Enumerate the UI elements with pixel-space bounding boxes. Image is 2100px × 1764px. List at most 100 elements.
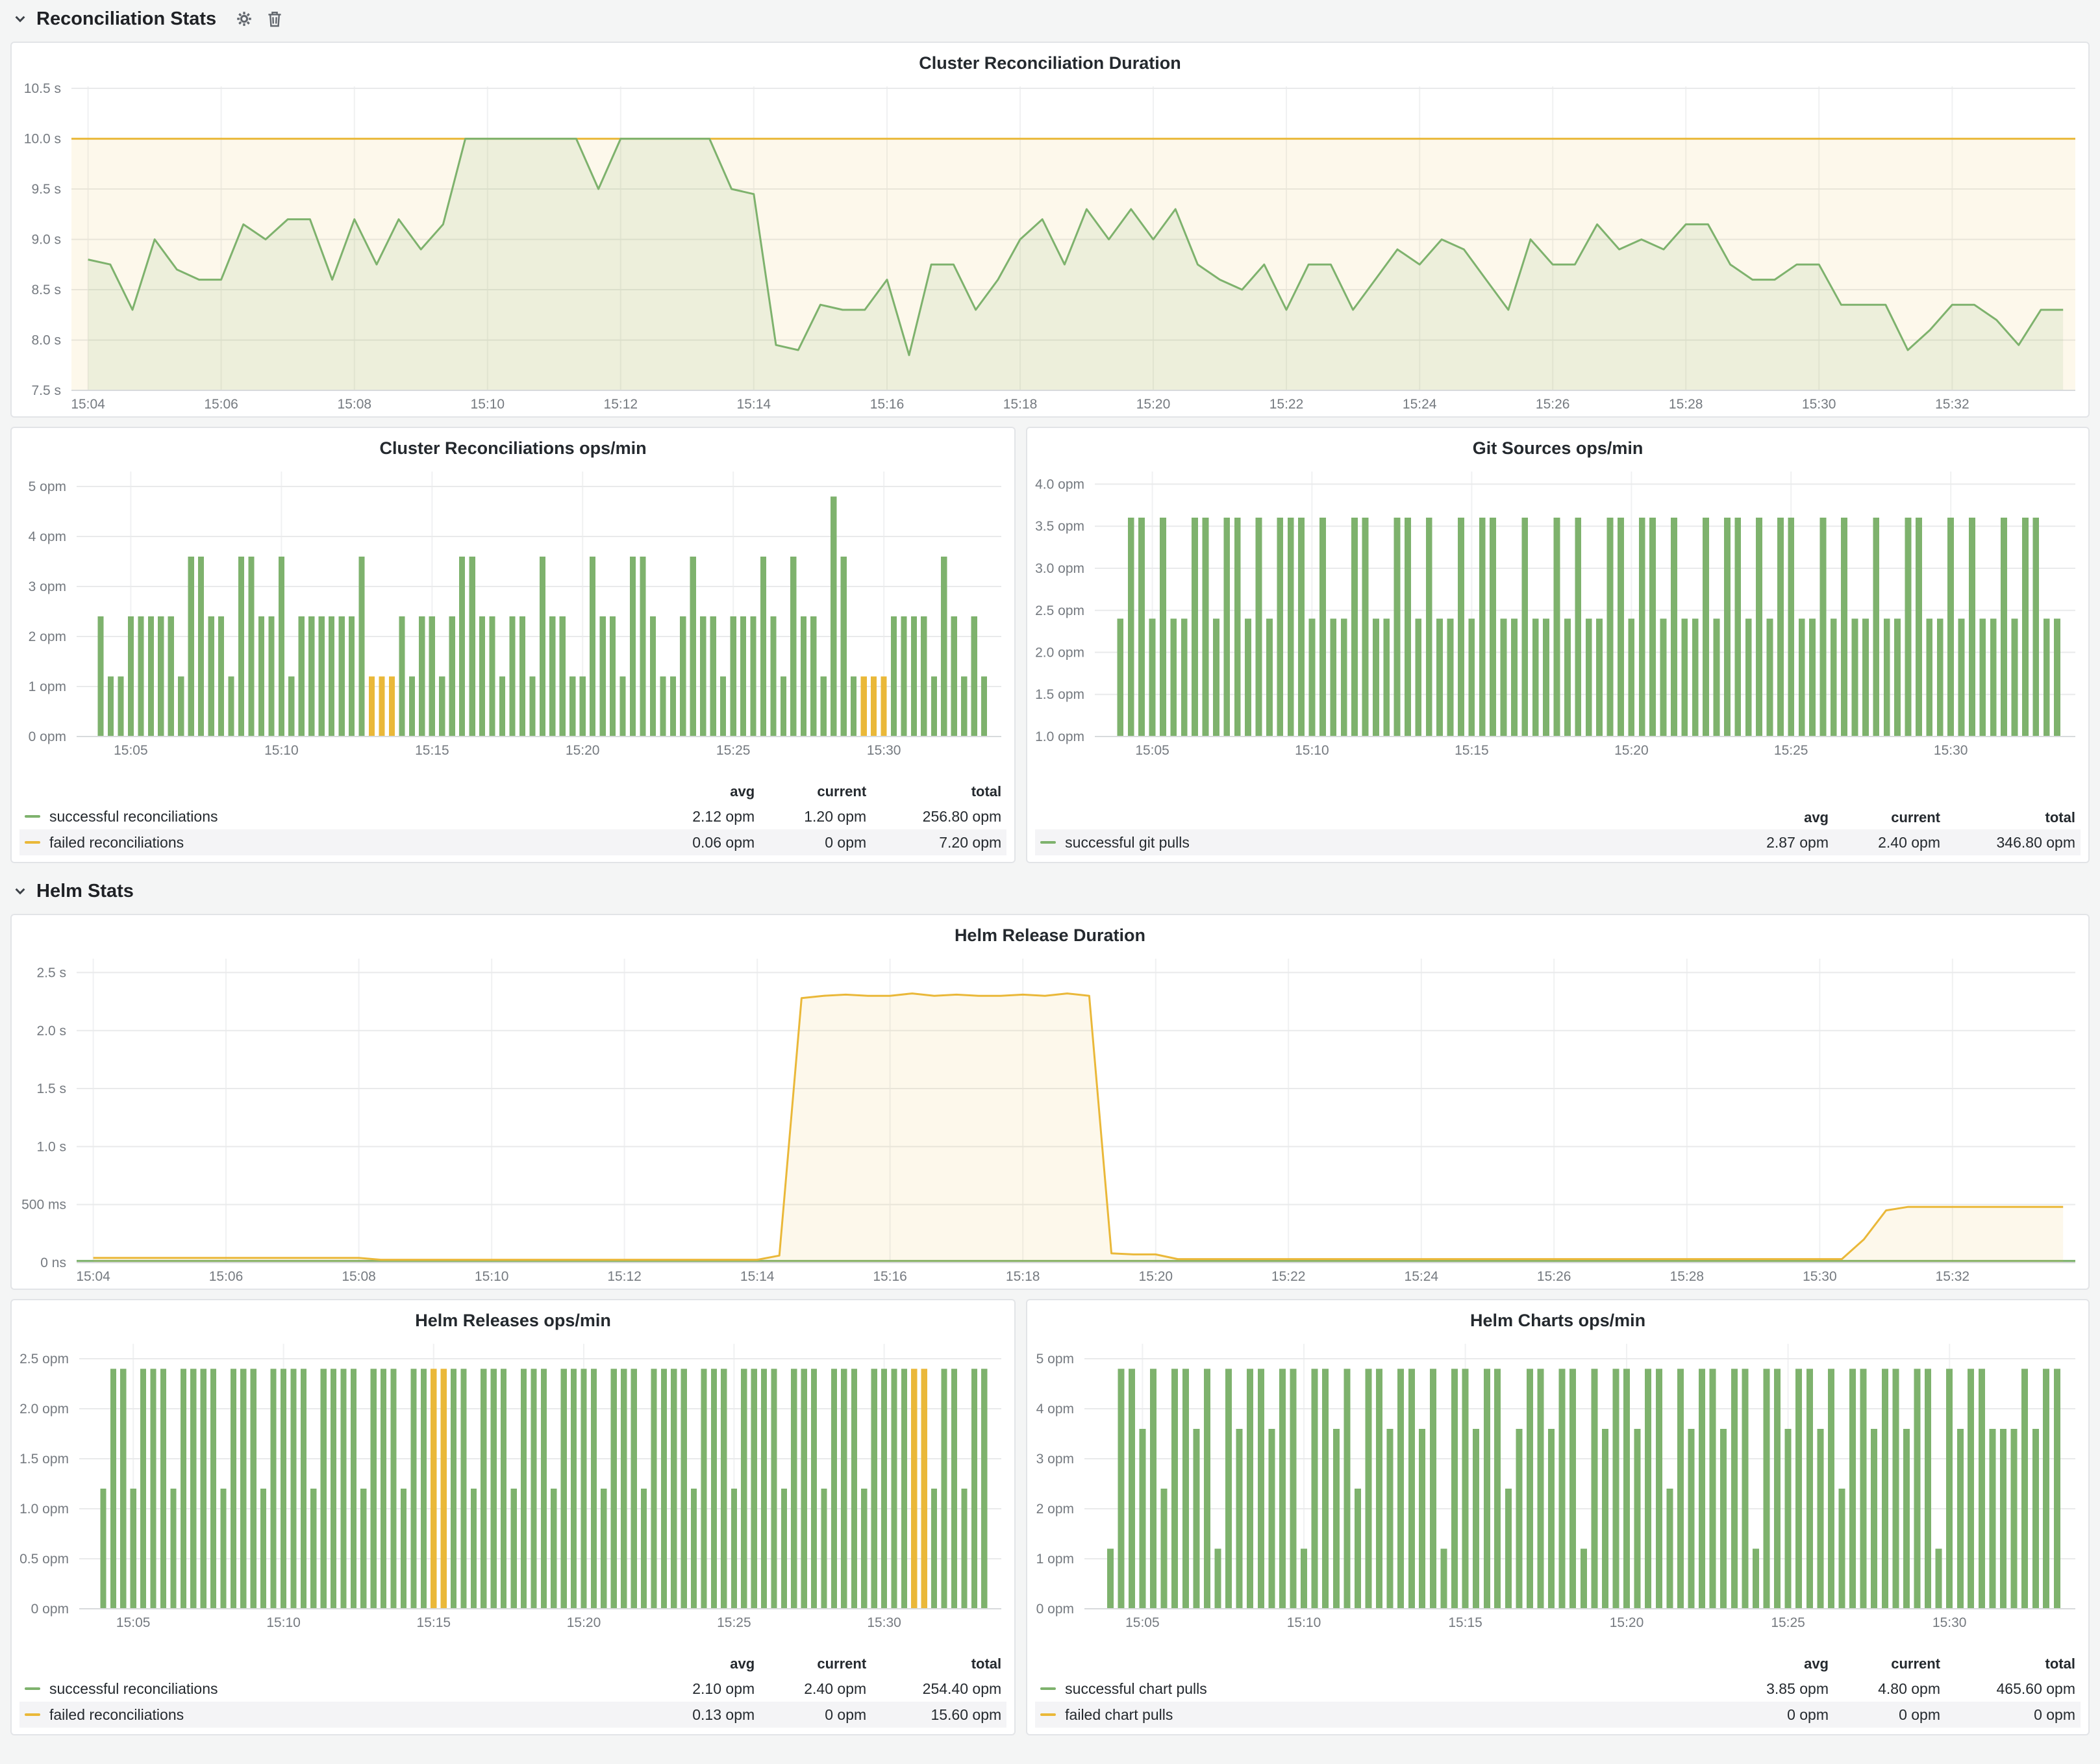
svg-text:1.0 opm: 1.0 opm xyxy=(1035,729,1084,744)
svg-text:15:05: 15:05 xyxy=(116,1615,151,1630)
svg-text:15:25: 15:25 xyxy=(1774,743,1808,758)
series-avg: 0 opm xyxy=(1717,1706,1829,1724)
row-header-helm-stats: Helm Stats xyxy=(10,877,2090,905)
svg-text:2.5 s: 2.5 s xyxy=(36,965,66,980)
series-current: 0 opm xyxy=(755,1706,866,1724)
svg-text:15:32: 15:32 xyxy=(1936,1269,1970,1284)
panel-git-sources-opm: Git Sources ops/min 15:0515:1015:1515:20… xyxy=(1026,427,2090,863)
section-title-reconciliation-stats[interactable]: Reconciliation Stats xyxy=(36,8,216,30)
svg-text:15:20: 15:20 xyxy=(567,1615,601,1630)
legend-header-total[interactable]: total xyxy=(866,1656,1001,1672)
svg-text:15:25: 15:25 xyxy=(716,743,751,758)
series-current: 4.80 opm xyxy=(1829,1680,1940,1698)
series-color-swatch xyxy=(1040,841,1056,844)
series-name: successful reconciliations xyxy=(49,808,218,825)
series-current: 0 opm xyxy=(1829,1706,1940,1724)
svg-text:15:32: 15:32 xyxy=(1935,397,1969,412)
panel-title[interactable]: Helm Release Duration xyxy=(12,915,2088,948)
chevron-down-icon[interactable] xyxy=(13,884,27,898)
legend-header-total[interactable]: total xyxy=(866,783,1001,800)
legend-header-row: avg current total xyxy=(1035,1652,2081,1676)
legend-header-avg[interactable]: avg xyxy=(643,783,755,800)
svg-text:15:18: 15:18 xyxy=(1003,397,1038,412)
svg-text:15:15: 15:15 xyxy=(415,743,449,758)
panel-title[interactable]: Git Sources ops/min xyxy=(1027,428,2088,461)
trash-icon[interactable] xyxy=(267,10,282,27)
legend-series-successful-reconciliations: successful reconciliations 2.10 opm 2.40… xyxy=(19,1676,1006,1702)
legend-header-avg[interactable]: avg xyxy=(1717,809,1829,826)
svg-text:2.5 opm: 2.5 opm xyxy=(1035,603,1084,618)
section-title-helm-stats[interactable]: Helm Stats xyxy=(36,881,134,902)
panel-title[interactable]: Helm Releases ops/min xyxy=(12,1300,1014,1333)
series-total: 465.60 opm xyxy=(1940,1680,2075,1698)
svg-text:0 ns: 0 ns xyxy=(40,1255,66,1270)
svg-text:15:30: 15:30 xyxy=(1932,1615,1967,1630)
svg-text:1.5 opm: 1.5 opm xyxy=(1035,687,1084,702)
legend-header-current[interactable]: current xyxy=(1829,809,1940,826)
series-total: 346.80 opm xyxy=(1940,834,2075,851)
svg-text:15:20: 15:20 xyxy=(566,743,600,758)
gear-icon[interactable] xyxy=(236,10,253,27)
series-total: 254.40 opm xyxy=(866,1680,1001,1698)
svg-text:15:24: 15:24 xyxy=(1405,1269,1439,1284)
svg-text:2 opm: 2 opm xyxy=(29,629,66,644)
series-avg: 2.12 opm xyxy=(643,808,755,825)
legend-header-avg[interactable]: avg xyxy=(1717,1656,1829,1672)
series-current: 2.40 opm xyxy=(755,1680,866,1698)
chart-cluster-reconciliation-duration[interactable]: 15:0415:0615:0815:1015:1215:1415:1615:18… xyxy=(12,76,2088,416)
legend-series-failed-chart-pulls: failed chart pulls 0 opm 0 opm 0 opm xyxy=(1035,1702,2081,1728)
svg-text:1.0 opm: 1.0 opm xyxy=(19,1502,69,1517)
legend-header-current[interactable]: current xyxy=(1829,1656,1940,1672)
svg-text:1 opm: 1 opm xyxy=(29,679,66,694)
svg-text:9.0 s: 9.0 s xyxy=(31,233,61,247)
legend-header-current[interactable]: current xyxy=(755,1656,866,1672)
svg-text:7.5 s: 7.5 s xyxy=(31,383,61,398)
svg-text:1.5 s: 1.5 s xyxy=(36,1081,66,1096)
legend-header-total[interactable]: total xyxy=(1940,809,2075,826)
svg-text:15:16: 15:16 xyxy=(870,397,905,412)
series-avg: 0.06 opm xyxy=(643,834,755,851)
svg-text:8.5 s: 8.5 s xyxy=(31,283,61,297)
chevron-down-icon[interactable] xyxy=(13,12,27,26)
legend: avg current total successful git pulls 2… xyxy=(1027,806,2088,862)
svg-text:15:25: 15:25 xyxy=(1771,1615,1805,1630)
chart-helm-charts-opm[interactable]: 15:0515:1015:1515:2015:2515:300 opm1 opm… xyxy=(1027,1333,2088,1635)
svg-text:15:30: 15:30 xyxy=(1803,1269,1837,1284)
svg-text:15:28: 15:28 xyxy=(1669,397,1703,412)
series-avg: 2.87 opm xyxy=(1717,834,1829,851)
svg-text:0 opm: 0 opm xyxy=(31,1602,69,1617)
series-name: successful chart pulls xyxy=(1065,1680,1207,1698)
svg-text:1.5 opm: 1.5 opm xyxy=(19,1452,69,1467)
svg-text:15:26: 15:26 xyxy=(1536,397,1570,412)
series-current: 0 opm xyxy=(755,834,866,851)
series-name: successful git pulls xyxy=(1065,834,1190,851)
grafana-dashboard: Reconciliation Stats xyxy=(0,0,2100,1746)
svg-text:10.5 s: 10.5 s xyxy=(24,81,61,96)
svg-text:10.0 s: 10.0 s xyxy=(24,132,61,147)
panel-title[interactable]: Cluster Reconciliations ops/min xyxy=(12,428,1014,461)
svg-text:15:20: 15:20 xyxy=(1136,397,1171,412)
legend-header-avg[interactable]: avg xyxy=(643,1656,755,1672)
series-avg: 0.13 opm xyxy=(643,1706,755,1724)
legend-header-current[interactable]: current xyxy=(755,783,866,800)
svg-text:15:30: 15:30 xyxy=(867,1615,901,1630)
panel-title[interactable]: Cluster Reconciliation Duration xyxy=(12,43,2088,76)
svg-text:15:05: 15:05 xyxy=(1125,1615,1160,1630)
svg-text:15:04: 15:04 xyxy=(76,1269,110,1284)
svg-text:0.5 opm: 0.5 opm xyxy=(19,1552,69,1567)
chart-helm-release-duration[interactable]: 15:0415:0615:0815:1015:1215:1415:1615:18… xyxy=(12,948,2088,1289)
legend-series-successful-reconciliations: successful reconciliations 2.12 opm 1.20… xyxy=(19,803,1006,829)
svg-text:15:05: 15:05 xyxy=(1135,743,1169,758)
chart-helm-releases-opm[interactable]: 15:0515:1015:1515:2015:2515:300 opm0.5 o… xyxy=(12,1333,1014,1635)
legend: avg current total successful reconciliat… xyxy=(12,780,1014,862)
svg-text:2 opm: 2 opm xyxy=(1036,1502,1074,1517)
chart-cluster-reconciliations-opm[interactable]: 15:0515:1015:1515:2015:2515:300 opm1 opm… xyxy=(12,461,1014,762)
svg-text:4.0 opm: 4.0 opm xyxy=(1035,477,1084,492)
chart-git-sources-opm[interactable]: 15:0515:1015:1515:2015:2515:301.0 opm1.5… xyxy=(1027,461,2088,762)
svg-text:2.5 opm: 2.5 opm xyxy=(19,1352,69,1367)
svg-text:15:28: 15:28 xyxy=(1670,1269,1705,1284)
svg-text:5 opm: 5 opm xyxy=(1036,1352,1074,1367)
panel-helm-releases-opm: Helm Releases ops/min 15:0515:1015:1515:… xyxy=(10,1299,1016,1735)
legend-header-total[interactable]: total xyxy=(1940,1656,2075,1672)
panel-title[interactable]: Helm Charts ops/min xyxy=(1027,1300,2088,1333)
